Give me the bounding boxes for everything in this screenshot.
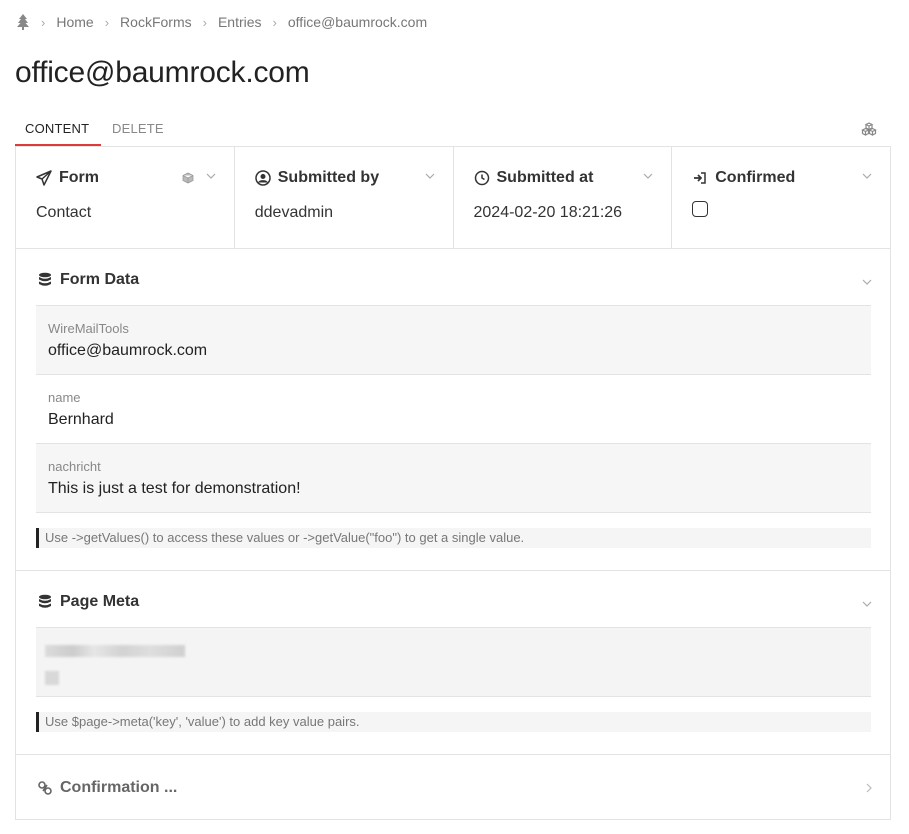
form-data-row: WireMailTools office@baumrock.com <box>36 305 871 374</box>
database-icon <box>39 272 51 286</box>
chevron-down-icon[interactable] <box>206 173 216 179</box>
form-data-row: name Bernhard <box>36 374 871 443</box>
paper-plane-icon <box>36 170 52 186</box>
entry-panel: Form Contact Submitted by ddevadmin Subm… <box>15 146 891 820</box>
field-form-label-text: Form <box>59 169 99 186</box>
confirmed-checkbox[interactable] <box>692 201 709 217</box>
field-confirmed: Confirmed <box>672 147 890 248</box>
form-data-note: Use ->getValues() to access these values… <box>36 528 871 548</box>
page-title: office@baumrock.com <box>15 56 310 89</box>
form-data-row-value: office@baumrock.com <box>48 342 208 359</box>
database-icon <box>39 594 51 608</box>
breadcrumb-separator: › <box>41 14 46 30</box>
form-data-row-label: name <box>48 390 81 405</box>
chevron-down-icon[interactable] <box>643 173 653 179</box>
clock-icon <box>474 170 489 186</box>
field-submitted-at: Submitted at 2024-02-20 18:21:26 <box>454 147 673 248</box>
form-data-section: Form Data WireMailTools office@baumrock.… <box>16 249 890 571</box>
field-form-value: Contact <box>36 204 92 221</box>
chevron-down-icon[interactable] <box>862 601 872 607</box>
sign-in-icon <box>694 172 706 184</box>
tree-home-icon[interactable] <box>16 14 30 30</box>
page-meta-title: Page Meta <box>60 593 140 610</box>
tab-content[interactable]: CONTENT <box>25 121 89 136</box>
breadcrumb-separator: › <box>104 14 110 30</box>
breadcrumb-entries[interactable]: Entries <box>218 14 262 30</box>
field-submitted-at-label-text: Submitted at <box>496 169 594 186</box>
cube-icon[interactable] <box>182 172 194 184</box>
redacted-text <box>45 671 59 685</box>
page-meta-note: Use $page->meta('key', 'value') to add k… <box>36 712 871 732</box>
breadcrumb-separator: › <box>202 14 207 30</box>
redacted-text <box>45 645 185 657</box>
tab-bar: CONTENT DELETE <box>15 114 891 146</box>
confirmation-title: Confirmation ... <box>60 779 178 796</box>
form-data-row-label: WireMailTools <box>48 321 129 336</box>
page-meta-header[interactable]: Page Meta <box>38 593 139 611</box>
field-submitted-by-label: Submitted by <box>255 169 433 187</box>
chevron-right-icon[interactable] <box>866 783 872 793</box>
form-data-row-value: Bernhard <box>48 411 114 428</box>
form-data-row: nachricht This is just a test for demons… <box>36 443 871 513</box>
field-submitted-by-label-text: Submitted by <box>277 169 380 186</box>
breadcrumb: › Home › RockForms › Entries › office@ba… <box>16 12 427 32</box>
field-confirmed-label-text: Confirmed <box>715 169 796 186</box>
field-row: Form Contact Submitted by ddevadmin Subm… <box>16 147 890 249</box>
form-data-header[interactable]: Form Data <box>38 271 139 289</box>
breadcrumb-rockforms[interactable]: RockForms <box>120 14 192 30</box>
chevron-down-icon[interactable] <box>425 173 435 179</box>
breadcrumb-current: office@baumrock.com <box>287 14 428 30</box>
confirmation-header[interactable]: Confirmation ... <box>38 779 177 797</box>
link-icon <box>38 781 52 795</box>
field-submitted-at-label: Submitted at <box>474 169 652 187</box>
form-data-row-label: nachricht <box>48 459 101 474</box>
field-submitted-by-value: ddevadmin <box>254 204 334 221</box>
breadcrumb-home[interactable]: Home <box>56 14 93 30</box>
tab-delete[interactable]: DELETE <box>112 121 164 136</box>
field-submitted-by: Submitted by ddevadmin <box>235 147 454 248</box>
confirmation-section: Confirmation ... <box>16 755 890 819</box>
field-submitted-at-value: 2024-02-20 18:21:26 <box>473 204 623 221</box>
cubes-icon[interactable] <box>861 122 877 136</box>
page-meta-section: Page Meta Use $page->meta('key', 'value'… <box>16 571 890 755</box>
form-data-title: Form Data <box>60 271 140 288</box>
field-form: Form Contact <box>16 147 235 248</box>
user-circle-icon <box>255 170 271 186</box>
breadcrumb-separator: › <box>272 14 277 30</box>
page-meta-redacted-content <box>36 627 871 697</box>
chevron-down-icon[interactable] <box>862 173 872 179</box>
field-confirmed-label: Confirmed <box>692 169 870 187</box>
form-data-row-value: This is just a test for demonstration! <box>48 480 301 497</box>
chevron-down-icon[interactable] <box>862 279 872 285</box>
